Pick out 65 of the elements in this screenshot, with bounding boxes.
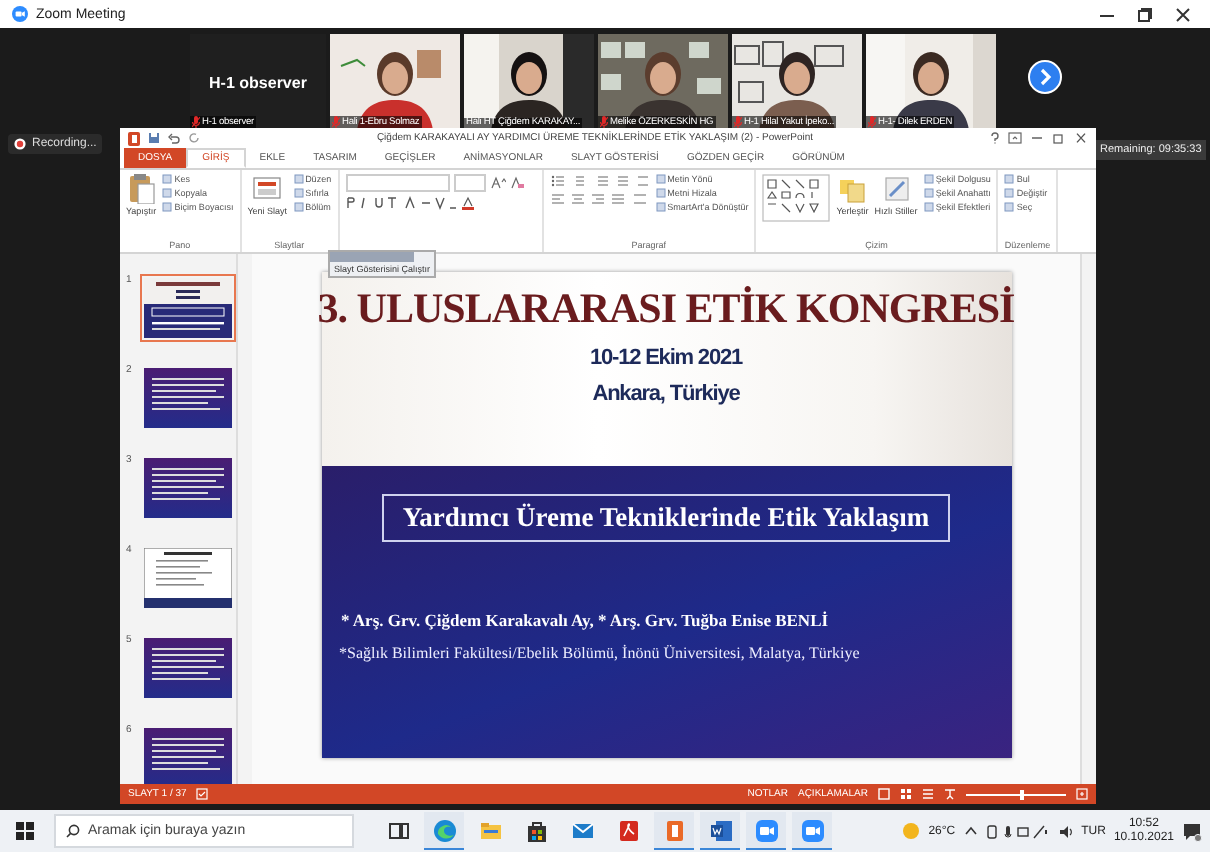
shapes-gallery-icon[interactable] — [762, 174, 831, 222]
slide-thumbnail[interactable] — [140, 634, 236, 702]
undo-icon[interactable] — [168, 132, 180, 144]
envelope-icon — [569, 817, 595, 843]
clear-format-icon[interactable] — [509, 176, 524, 190]
slide-topic: Yardımcı Üreme Tekniklerinde Etik Yaklaşım — [382, 494, 950, 542]
slide-location: Ankara, Türkiye — [592, 382, 740, 406]
slide-thumbnail[interactable] — [140, 274, 236, 342]
task-view-icon — [385, 817, 411, 843]
font-size-field[interactable] — [453, 174, 486, 192]
slide-preview-drawing — [144, 728, 232, 784]
document-icon — [707, 817, 733, 843]
record-icon — [14, 138, 26, 150]
normal-view-icon[interactable] — [878, 788, 890, 800]
next-page-icon[interactable] — [1028, 60, 1062, 94]
slideshow-icon[interactable] — [944, 788, 956, 800]
scrollbar[interactable] — [1080, 254, 1096, 784]
slide-date: 10-12 Ekim 2021 — [589, 346, 742, 370]
slide-sorter-icon[interactable] — [900, 788, 912, 800]
slide-layout-icon — [252, 174, 283, 204]
slide-preview-drawing — [144, 458, 232, 518]
restore-icon[interactable] — [1052, 132, 1066, 144]
video-camera-icon — [799, 817, 825, 843]
speaker-icon[interactable] — [1057, 823, 1074, 839]
tray-icons[interactable] — [985, 823, 1050, 839]
taskbar-app[interactable] — [700, 812, 740, 850]
save-icon[interactable] — [148, 132, 160, 144]
slide-authors: * Arş. Grv. Çiğdem Karakavalı Ay, * Arş. Grv. Tuğba Enise BENLİ — [341, 610, 829, 630]
scrollbar[interactable] — [236, 254, 252, 784]
video-camera-icon — [753, 817, 779, 843]
maximize-icon[interactable] — [1138, 7, 1152, 21]
slide-thumbnail[interactable] — [140, 544, 236, 612]
close-icon[interactable] — [1176, 7, 1190, 21]
slide-affiliation: *Sağlık Bilimleri Fakültesi/Ebelik Bölümü, İnönü Üniversitesi, Malatya, Türkiye — [339, 644, 860, 662]
shapes-icon — [837, 174, 868, 204]
folder-icon — [477, 817, 503, 843]
font-name-field[interactable] — [345, 174, 450, 192]
notifications-icon[interactable] — [1182, 821, 1202, 841]
slide-preview-drawing — [144, 368, 232, 428]
fit-slide-icon[interactable] — [1076, 788, 1088, 800]
clipboard-icon — [126, 174, 157, 204]
office-icon — [661, 817, 687, 843]
slide-preview-drawing — [144, 638, 232, 698]
search-icon — [66, 824, 80, 838]
close-icon[interactable] — [1074, 132, 1088, 144]
ribbon-options-icon[interactable] — [1008, 132, 1022, 144]
redo-icon[interactable] — [188, 132, 200, 144]
text-format-icons[interactable] — [345, 196, 458, 210]
slide-thumbnail[interactable] — [140, 454, 236, 522]
slide-title: 3. ULUSLARARASI ETİK KONGRESİ — [317, 284, 1015, 334]
slide-thumbnail[interactable] — [140, 724, 236, 784]
browser-icon — [431, 817, 457, 843]
reading-view-icon[interactable] — [922, 788, 934, 800]
pdf-icon — [615, 817, 641, 843]
quick-styles-icon — [881, 174, 912, 204]
help-icon[interactable] — [990, 132, 1000, 144]
slide-thumbnail[interactable] — [140, 364, 236, 432]
font-color-icon[interactable] — [461, 196, 478, 210]
chevron-up-icon[interactable] — [963, 824, 978, 838]
spell-check-icon[interactable] — [196, 788, 209, 800]
windows-start-icon[interactable] — [16, 822, 34, 840]
shopping-bag-icon — [523, 817, 549, 843]
participant-name: H-1 observer — [209, 73, 307, 91]
grow-font-icon[interactable] — [489, 176, 506, 190]
zoom-logo-icon — [12, 6, 28, 22]
